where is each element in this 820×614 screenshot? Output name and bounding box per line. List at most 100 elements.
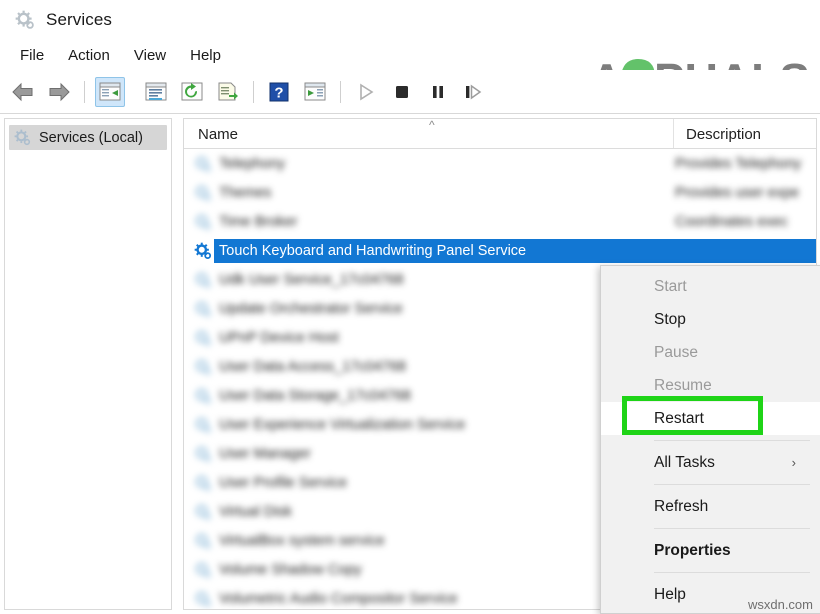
service-description: Provides user expe: [675, 184, 800, 201]
context-menu-item-label: Properties: [654, 541, 731, 559]
table-row[interactable]: Telephony Provides Telephony: [184, 149, 816, 178]
title-bar: Services: [0, 0, 820, 40]
table-row[interactable]: Time Broker Coordinates exec: [184, 207, 816, 236]
start-service-button[interactable]: [351, 77, 381, 107]
export-list-icon: [218, 82, 238, 100]
forward-arrow-icon: [49, 82, 70, 101]
tree-item-label: Services (Local): [39, 129, 143, 146]
tree-item-services-local[interactable]: Services (Local): [9, 125, 167, 150]
export-list-button[interactable]: [213, 77, 243, 107]
refresh-button[interactable]: [177, 77, 207, 107]
help-question-icon: ?: [269, 82, 289, 101]
toolbar-divider: [0, 113, 820, 114]
menu-item-action[interactable]: Action: [58, 44, 120, 67]
svg-text:?: ?: [274, 84, 283, 101]
step-icon: [466, 84, 482, 99]
service-name: User Manager: [219, 445, 311, 462]
menu-item-help[interactable]: Help: [180, 44, 231, 67]
gear-icon: [194, 242, 212, 259]
play-icon: [360, 83, 374, 100]
gear-icon: [15, 10, 34, 29]
context-menu-item-stop[interactable]: Stop: [601, 303, 820, 336]
service-name: Time Broker: [219, 213, 298, 230]
menu-item-file[interactable]: File: [10, 44, 54, 67]
service-name: Telephony: [219, 155, 286, 172]
show-hide-console-tree-button[interactable]: [95, 76, 125, 107]
gear-icon: [194, 213, 212, 230]
table-row-selected[interactable]: Touch Keyboard and Handwriting Panel Ser…: [184, 236, 816, 265]
toolbar-separator-2: [253, 80, 254, 103]
action-pane-icon: [304, 82, 326, 100]
context-menu-item-label: Stop: [654, 310, 686, 328]
service-name: User Data Access_17c04768: [219, 358, 406, 375]
service-name: UPnP Device Host: [219, 329, 339, 346]
console-tree-pane: Services (Local): [4, 118, 172, 610]
toolbar-separator-3: [340, 80, 341, 103]
back-button[interactable]: [8, 77, 38, 107]
context-menu-separator: [654, 440, 810, 441]
service-name: VirtualBox system service: [219, 532, 385, 549]
properties-button[interactable]: [141, 77, 171, 107]
list-column-header: Name Description ^: [184, 119, 816, 149]
window-title: Services: [46, 10, 112, 29]
gear-icon: [194, 416, 212, 433]
sort-ascending-icon: ^: [429, 118, 435, 132]
service-name: Virtual Disk: [219, 503, 293, 520]
context-menu-separator: [654, 484, 810, 485]
context-menu-item-restart[interactable]: Restart: [601, 402, 820, 435]
site-watermark: wsxdn.com: [747, 597, 813, 612]
gear-icon: [194, 300, 212, 317]
column-header-description[interactable]: Description: [674, 119, 816, 148]
context-menu: Start Stop Pause Resume Restart All Tasks › Ref…: [600, 265, 820, 614]
menu-item-view[interactable]: View: [124, 44, 176, 67]
service-name: Update Orchestrator Service: [219, 300, 403, 317]
service-name: Touch Keyboard and Handwriting Panel Ser…: [219, 242, 527, 259]
help-button[interactable]: ?: [264, 77, 294, 107]
service-name: Themes: [219, 184, 272, 201]
gear-icon: [194, 387, 212, 404]
gear-icon: [194, 155, 212, 172]
gear-icon: [194, 532, 212, 549]
properties-window-icon: [145, 82, 167, 100]
context-menu-item-label: All Tasks: [654, 453, 715, 471]
context-menu-item-label: Restart: [654, 409, 704, 427]
context-menu-item-all-tasks[interactable]: All Tasks ›: [601, 446, 820, 479]
context-menu-item-start: Start: [601, 270, 820, 303]
chevron-right-icon: ›: [791, 455, 796, 470]
service-name: Volume Shadow Copy: [219, 561, 362, 578]
back-arrow-icon: [12, 82, 33, 101]
context-menu-item-refresh[interactable]: Refresh: [601, 490, 820, 523]
service-name: User Profile Service: [219, 474, 348, 491]
stop-icon: [396, 85, 408, 98]
context-menu-item-resume: Resume: [601, 369, 820, 402]
gear-icon: [194, 503, 212, 520]
gear-icon: [194, 358, 212, 375]
context-menu-item-label: Help: [654, 585, 686, 603]
service-name: Udk User Service_17c04768: [219, 271, 404, 288]
console-tree-icon: [99, 82, 121, 100]
services-window: Services File Action View Help A PUALS: [0, 0, 820, 614]
pause-icon: [433, 85, 443, 98]
service-description: Coordinates exec: [675, 213, 788, 230]
gear-icon: [194, 474, 212, 491]
context-menu-item-label: Pause: [654, 343, 698, 361]
menu-bar: File Action View Help: [0, 40, 820, 70]
gear-icon: [194, 445, 212, 462]
context-menu-separator: [654, 572, 810, 573]
gear-icon: [194, 590, 212, 607]
context-menu-item-label: Start: [654, 277, 687, 295]
service-name: User Data Storage_17c04768: [219, 387, 411, 404]
forward-button[interactable]: [44, 77, 74, 107]
context-menu-item-label: Resume: [654, 376, 712, 394]
table-row[interactable]: Themes Provides user expe: [184, 178, 816, 207]
context-menu-item-properties[interactable]: Properties: [601, 534, 820, 567]
context-menu-separator: [654, 528, 810, 529]
service-name: Volumetric Audio Compositor Service: [219, 590, 458, 607]
show-action-pane-button[interactable]: [300, 77, 330, 107]
gear-icon: [194, 271, 212, 288]
stop-service-button[interactable]: [387, 77, 417, 107]
context-menu-item-pause: Pause: [601, 336, 820, 369]
restart-service-button[interactable]: [459, 77, 489, 107]
pause-service-button[interactable]: [423, 77, 453, 107]
context-menu-item-label: Refresh: [654, 497, 709, 515]
